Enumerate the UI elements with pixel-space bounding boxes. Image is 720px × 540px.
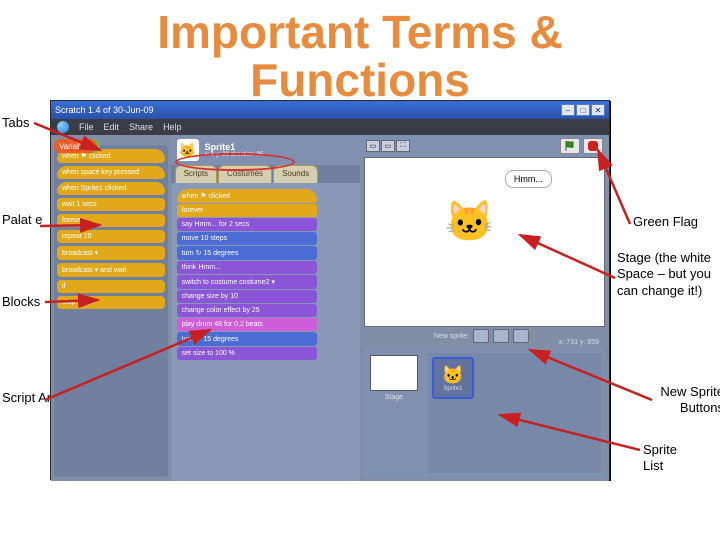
window-title: Scratch 1.4 of 30-Jun-09 <box>55 105 154 115</box>
annotation-new-sprite: New Sprite Buttons <box>654 384 720 417</box>
annotation-blocks: Blocks <box>2 294 40 310</box>
block-palette: when ⚑ clickedwhen space key pressedwhen… <box>54 145 168 477</box>
script-block[interactable]: when ⚑ clicked <box>177 189 317 203</box>
slide-title: Important Terms &Functions <box>0 8 720 105</box>
script-block[interactable]: change color effect by 25 <box>177 304 317 317</box>
palette-block[interactable]: when space key pressed <box>57 166 165 179</box>
script-block[interactable]: set size to 100 % <box>177 347 317 360</box>
middle-column: 🐱 Sprite1 x: 6 y: 39 direction: 95 Scrip… <box>171 135 360 481</box>
new-sprite-import[interactable] <box>493 329 509 343</box>
sprite-thumb[interactable]: 🐱 Sprite1 <box>432 357 474 399</box>
right-column: ▭ ▭ ⛶ Hmm... 🐱 New sprite: <box>360 135 609 481</box>
scratch-window: Scratch 1.4 of 30-Jun-09 – □ ✕ File Edit… <box>50 100 610 480</box>
palette-block[interactable]: broadcast ▾ <box>57 246 165 260</box>
new-sprite-label: New sprite: <box>434 333 469 340</box>
palette-block[interactable]: when Sprite1 clicked <box>57 182 165 195</box>
palette-block[interactable]: stop script <box>57 296 165 309</box>
sprite-mini-icon: 🐱 <box>442 365 464 386</box>
script-block[interactable]: play drum 48 for 0.2 beats <box>177 318 317 331</box>
highlight-ring <box>175 153 295 171</box>
stage[interactable]: Hmm... 🐱 <box>364 157 605 327</box>
sprite-list[interactable]: 🐱 Sprite1 <box>428 353 601 473</box>
maximize-button[interactable]: □ <box>576 104 590 116</box>
stage-toolbar: ▭ ▭ ⛶ <box>360 135 609 157</box>
menu-share[interactable]: Share <box>129 122 153 132</box>
script-block[interactable]: switch to costume costume2 ▾ <box>177 275 317 289</box>
menu-help[interactable]: Help <box>163 122 182 132</box>
scripts-area[interactable]: when ⚑ clickedforeversay Hmm... for 2 se… <box>171 183 360 481</box>
view-normal[interactable]: ▭ <box>381 140 395 152</box>
stop-button[interactable] <box>583 138 603 154</box>
stage-thumb-area[interactable]: Stage <box>364 349 424 477</box>
script-block[interactable]: say Hmm... for 2 secs <box>177 218 317 231</box>
sprite-name: Sprite1 <box>205 142 264 152</box>
script-block[interactable]: forever <box>177 204 317 217</box>
window-titlebar: Scratch 1.4 of 30-Jun-09 – □ ✕ <box>51 101 609 119</box>
palette-block[interactable]: repeat 10 <box>57 230 165 243</box>
annotation-palette: Palat e <box>2 212 42 228</box>
speech-bubble: Hmm... <box>505 170 552 188</box>
stage-sprite[interactable]: 🐱 <box>445 198 495 245</box>
script-block[interactable]: turn ↻ 15 degrees <box>177 246 317 260</box>
new-sprite-random[interactable] <box>513 329 529 343</box>
annotation-stage: Stage (the white Space – but you can cha… <box>617 250 719 299</box>
annotation-sprite-list: Sprite List <box>643 442 699 475</box>
palette-block[interactable]: forever <box>57 214 165 227</box>
annotation-green-flag: Green Flag <box>633 214 717 230</box>
palette-block[interactable]: broadcast ▾ and wait <box>57 263 165 277</box>
script-block[interactable]: change size by 10 <box>177 290 317 303</box>
green-flag-button[interactable] <box>560 138 580 154</box>
script-block[interactable]: move 10 steps <box>177 232 317 245</box>
new-sprite-paint[interactable] <box>473 329 489 343</box>
close-button[interactable]: ✕ <box>591 104 605 116</box>
menu-file[interactable]: File <box>79 122 94 132</box>
palette-block[interactable]: wait 1 secs <box>57 198 165 211</box>
sprite-panel: Stage 🐱 Sprite1 <box>364 349 605 477</box>
minimize-button[interactable]: – <box>561 104 575 116</box>
script-stack[interactable]: when ⚑ clickedforeversay Hmm... for 2 se… <box>177 189 317 361</box>
mouse-coords: x: 731 y: 859 <box>559 339 599 346</box>
stage-thumb-label: Stage <box>370 394 418 401</box>
palette-block[interactable]: if <box>57 280 165 293</box>
menu-bar: File Edit Share Help <box>51 119 609 135</box>
view-full[interactable]: ⛶ <box>396 140 410 152</box>
menu-edit[interactable]: Edit <box>104 122 120 132</box>
left-column: Motion Control Looks Sensing Sound Opera… <box>51 135 171 481</box>
globe-icon[interactable] <box>57 121 69 133</box>
view-small[interactable]: ▭ <box>366 140 380 152</box>
script-block[interactable]: turn ↺ 15 degrees <box>177 332 317 346</box>
annotation-tabs: Tabs <box>2 115 29 131</box>
script-block[interactable]: think Hmm... <box>177 261 317 274</box>
cat-variables[interactable]: Variables <box>54 139 97 153</box>
stage-thumbnail[interactable] <box>370 355 418 391</box>
